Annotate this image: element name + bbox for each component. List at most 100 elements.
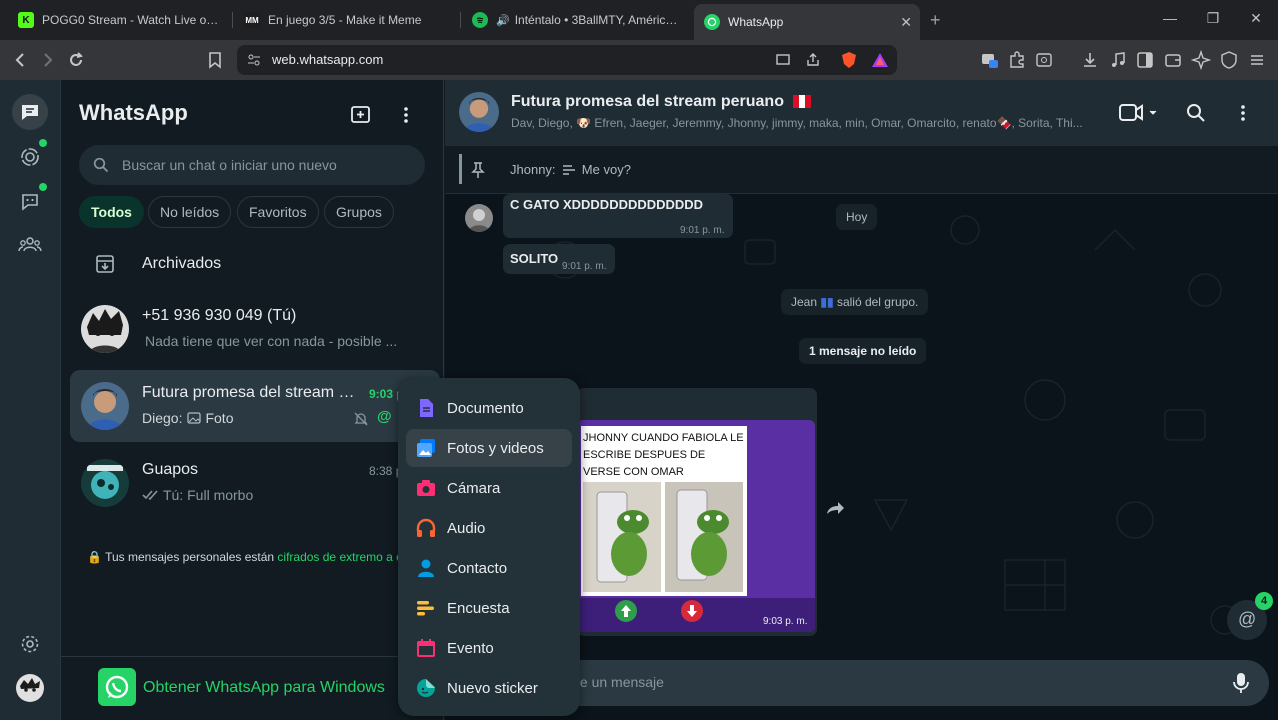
attach-menu: Documento Fotos y videos Cámara Audio Co… (398, 378, 580, 716)
video-call-icon[interactable] (1119, 102, 1159, 124)
chat-name: Futura promesa del stream per... (142, 384, 362, 401)
chat-item-self[interactable]: +51 936 930 049 (Tú) Nada tiene que ver … (70, 293, 440, 365)
wallet-icon[interactable] (1163, 50, 1183, 70)
tab-title: WhatsApp (728, 15, 784, 29)
menu-icon[interactable] (1247, 50, 1267, 70)
photo-icon (187, 412, 202, 424)
app-title: WhatsApp (79, 100, 188, 125)
poll-mini-icon (563, 165, 576, 175)
attach-event[interactable]: Evento (406, 629, 572, 667)
leo-ai-icon[interactable] (1191, 50, 1211, 70)
chat-list-panel: WhatsApp Buscar un chat o iniciar uno nu… (61, 80, 444, 720)
extensions-icon[interactable] (1007, 50, 1027, 70)
spotify-icon (472, 12, 488, 28)
whatsapp-icon (704, 14, 720, 30)
tab-title: Inténtalo • 3BallMTY, América Sie (514, 13, 678, 27)
conversation-menu-icon[interactable] (1233, 102, 1253, 124)
filter-chip-grupos[interactable]: Grupos (324, 196, 394, 228)
sender-avatar[interactable] (465, 204, 493, 232)
communities-nav-icon[interactable] (12, 226, 48, 262)
chats-nav-icon[interactable] (12, 94, 48, 130)
vpn-icon[interactable] (1219, 50, 1239, 70)
browser-tab-make-it-meme[interactable]: MM En juego 3/5 - Make it Meme (234, 6, 456, 34)
attach-document[interactable]: Documento (406, 389, 572, 427)
whatsapp-app: WhatsApp Buscar un chat o iniciar uno nu… (0, 80, 1278, 720)
media-icon[interactable] (1108, 50, 1128, 70)
document-icon (420, 399, 433, 417)
brave-shields-icon[interactable] (840, 51, 858, 69)
message-bubble[interactable]: C GATO XDDDDDDDDDDDDDD 9:01 p. m. (503, 194, 733, 238)
bookmark-icon[interactable] (205, 50, 225, 70)
system-message: Jean ▮▮ salió del grupo. (781, 289, 929, 315)
attach-photos-videos[interactable]: Fotos y videos (406, 429, 572, 467)
chat-name: +51 936 930 049 (Tú) (142, 307, 297, 324)
chat-item-guapos[interactable]: Guapos 8:38 p Tú: Full morbo (70, 447, 440, 519)
tab-groups-icon[interactable] (980, 50, 1000, 70)
whatsapp-logo-icon (98, 668, 136, 706)
unread-divider: 1 mensaje no leído (799, 338, 927, 364)
forward-icon[interactable] (38, 50, 58, 70)
filter-chip-favoritos[interactable]: Favoritos (237, 196, 319, 228)
share-icon[interactable] (805, 52, 821, 68)
close-window-icon[interactable]: ✕ (1246, 10, 1266, 27)
attach-audio[interactable]: Audio (406, 509, 572, 547)
new-tab-icon[interactable]: + (930, 10, 941, 31)
filter-chip-todos[interactable]: Todos (79, 196, 144, 228)
get-whatsapp-banner[interactable]: Obtener WhatsApp para Windows (61, 656, 444, 720)
pinned-message-bar[interactable]: Jhonny: Me voy? (445, 146, 1278, 194)
attach-contact[interactable]: Contacto (406, 549, 572, 587)
downvote-icon (681, 600, 703, 622)
attach-poll[interactable]: Encuesta (406, 589, 572, 627)
browser-tab-spotify[interactable]: 🔊 Inténtalo • 3BallMTY, América Sie (462, 6, 688, 34)
filter-chip-no-leidos[interactable]: No leídos (148, 196, 232, 228)
image-message[interactable]: JHONNY CUANDO FABIOLA LE ESCRIBE DESPUES… (577, 388, 817, 636)
attach-new-sticker[interactable]: Nuevo sticker (406, 669, 572, 707)
minimize-icon[interactable]: — (1160, 10, 1180, 26)
search-input[interactable]: Buscar un chat o iniciar uno nuevo (79, 145, 425, 185)
sticker-icon (417, 679, 435, 697)
close-tab-icon[interactable]: ✕ (900, 14, 912, 31)
downloads-icon[interactable] (1080, 50, 1100, 70)
cast-icon[interactable] (775, 52, 791, 68)
address-bar[interactable]: web.whatsapp.com (237, 45, 897, 75)
reload-icon[interactable] (66, 50, 86, 70)
chat-name: Guapos (142, 461, 199, 478)
chat-item-futura-promesa[interactable]: Futura promesa del stream per... 9:03 p … (70, 370, 440, 442)
speaker-icon[interactable]: 🔊 (496, 14, 510, 27)
sidebar-menu-icon[interactable] (396, 104, 416, 126)
forward-icon[interactable] (825, 500, 845, 518)
new-chat-icon[interactable] (350, 104, 372, 126)
meme-image[interactable]: JHONNY CUANDO FABIOLA LE ESCRIBE DESPUES… (577, 420, 815, 632)
microphone-icon[interactable] (1232, 672, 1250, 694)
conversation-header[interactable]: Futura promesa del stream peruano Dav, D… (445, 80, 1278, 146)
archived-row[interactable]: Archivados (61, 243, 444, 283)
avatar (81, 459, 129, 507)
message-text: C GATO XDDDDDDDDDDDDDD (510, 197, 704, 212)
upvote-icon (615, 600, 637, 622)
browser-tab-kick[interactable]: K POGG0 Stream - Watch Live on Kick (8, 6, 230, 34)
attach-camera[interactable]: Cámara (406, 469, 572, 507)
sidebar-toggle-icon[interactable] (1135, 50, 1155, 70)
screenshot-icon[interactable] (1034, 50, 1054, 70)
browser-tab-strip: K POGG0 Stream - Watch Live on Kick MM E… (0, 0, 1278, 40)
kick-icon: K (18, 12, 34, 28)
message-time: 9:03 p. m. (763, 616, 808, 627)
url-text: web.whatsapp.com (272, 52, 384, 67)
group-avatar[interactable] (459, 92, 499, 132)
jeans-emoji-icon: ▮▮ (820, 295, 834, 309)
get-whatsapp-label: Obtener WhatsApp para Windows (143, 679, 385, 696)
brave-rewards-icon[interactable] (871, 51, 889, 69)
chat-preview: Nada tiene que ver con nada - posible ..… (145, 333, 397, 349)
site-settings-icon[interactable] (247, 53, 261, 67)
search-messages-icon[interactable] (1186, 103, 1206, 123)
settings-nav-icon[interactable] (12, 626, 48, 662)
back-icon[interactable] (10, 50, 30, 70)
restore-icon[interactable]: ❐ (1203, 10, 1223, 27)
message-bubble[interactable]: SOLITO 9:01 p. m. (503, 244, 615, 274)
profile-avatar[interactable] (12, 670, 48, 706)
search-icon (93, 157, 109, 173)
message-text: SOLITO (510, 251, 559, 266)
make-it-meme-icon: MM (244, 12, 260, 28)
calendar-icon (417, 639, 435, 657)
browser-tab-whatsapp[interactable]: WhatsApp ✕ (694, 4, 920, 40)
